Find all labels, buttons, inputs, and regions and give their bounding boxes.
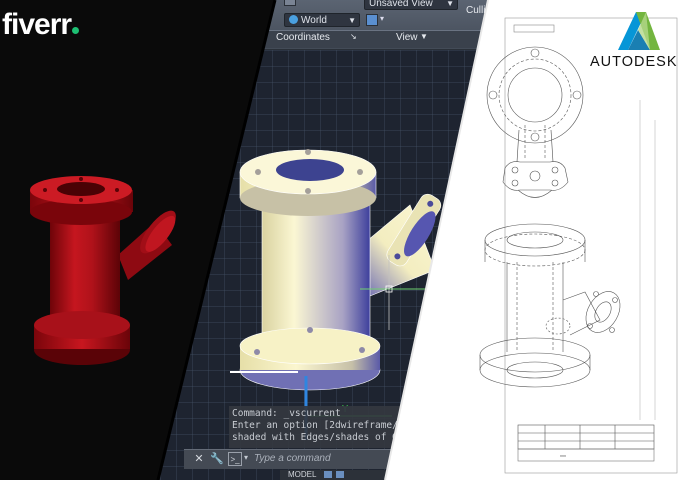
command-prompt-icon[interactable]: >_ bbox=[228, 452, 242, 466]
command-input[interactable]: Type a command bbox=[254, 453, 331, 464]
grid-toggle-icon[interactable] bbox=[324, 471, 332, 478]
snap-toggle-icon[interactable] bbox=[336, 471, 344, 478]
wrench-icon[interactable]: 🔧 bbox=[210, 452, 224, 466]
title-block-scale: XXX bbox=[560, 454, 566, 458]
model-tab[interactable]: MODEL bbox=[288, 470, 316, 479]
autodesk-wordmark: AUTODESK bbox=[590, 54, 678, 70]
chevron-down-icon[interactable]: ▾ bbox=[244, 453, 248, 462]
autodesk-logo-icon bbox=[618, 12, 660, 50]
close-icon[interactable]: ✕ bbox=[192, 452, 206, 466]
